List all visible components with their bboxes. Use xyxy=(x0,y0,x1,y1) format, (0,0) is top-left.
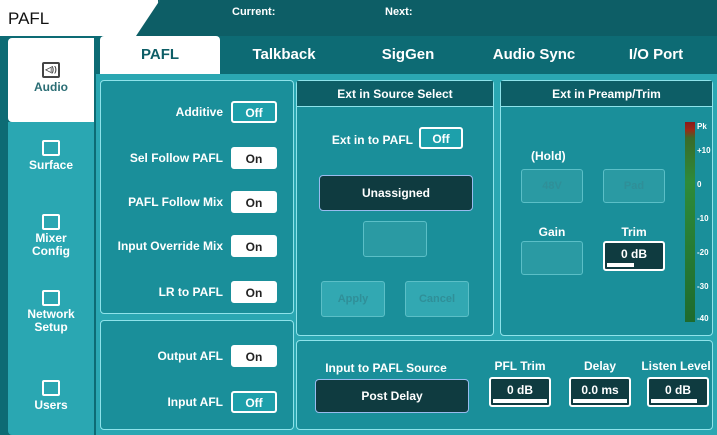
pfl-trim-value: 0 dB xyxy=(506,383,533,397)
input-override-mix-label: Input Override Mix xyxy=(117,239,223,253)
listen-level-label: Listen Level xyxy=(641,359,711,373)
source-placeholder xyxy=(363,221,427,257)
page-title-tab: PAFL xyxy=(0,0,160,36)
pfl-trim-level-bar xyxy=(493,399,547,403)
input-afl-toggle[interactable]: Off xyxy=(231,391,277,413)
lr-to-pafl-label: LR to PAFL xyxy=(158,285,223,299)
sidebar: ◁)) Audio Surface Mixer Config Network S… xyxy=(0,36,96,435)
pafl-source-panel: Input to PAFL Source Post Delay PFL Trim… xyxy=(296,340,713,430)
sidebar-item-label: Users xyxy=(34,398,68,412)
pafl-follow-mix-toggle[interactable]: On xyxy=(231,191,277,213)
additive-label: Additive xyxy=(175,105,223,119)
delay-value: 0.0 ms xyxy=(581,383,619,397)
ext-preamp-title: Ext in Preamp/Trim xyxy=(501,81,712,107)
input-to-pafl-source-button[interactable]: Post Delay xyxy=(315,379,469,413)
apply-button[interactable]: Apply xyxy=(321,281,385,317)
listen-level-value: 0 dB xyxy=(664,383,691,397)
pad-button[interactable]: Pad xyxy=(603,169,665,203)
sidebar-item-label: Surface xyxy=(28,158,74,172)
mixer-config-icon xyxy=(42,214,60,230)
sidebar-item-label: Audio xyxy=(34,80,68,94)
surface-icon xyxy=(42,140,60,156)
lr-to-pafl-toggle[interactable]: On xyxy=(231,281,277,303)
tab-siggen[interactable]: SigGen xyxy=(346,36,470,74)
output-afl-toggle[interactable]: On xyxy=(231,345,277,367)
source-select-button[interactable]: Unassigned xyxy=(319,175,473,211)
trim-level-bar xyxy=(607,263,634,267)
meter-label-minus20: -20 xyxy=(697,248,709,257)
additive-toggle[interactable]: Off xyxy=(231,101,277,123)
listen-level-control[interactable]: 0 dB xyxy=(647,377,709,407)
meter-label-plus10: +10 xyxy=(697,146,711,155)
sidebar-item-mixer-config[interactable]: Mixer Config xyxy=(8,214,94,258)
pafl-options-panel: Additive Off Sel Follow PAFL On PAFL Fol… xyxy=(100,80,294,314)
tab-io-port[interactable]: I/O Port xyxy=(598,36,714,74)
input-to-pafl-label: Input to PAFL Source xyxy=(325,361,447,375)
trim-value: 0 dB xyxy=(620,247,647,261)
sidebar-item-users[interactable]: Users xyxy=(8,380,94,412)
sel-follow-pafl-label: Sel Follow PAFL xyxy=(129,151,223,165)
phantom-48v-button[interactable]: 48V xyxy=(521,169,583,203)
sidebar-item-surface[interactable]: Surface xyxy=(8,140,94,172)
sidebar-item-network-setup[interactable]: Network Setup xyxy=(8,290,94,334)
meter-label-minus10: -10 xyxy=(697,214,709,223)
sidebar-item-label: Mixer Config xyxy=(32,231,70,258)
tab-bar: PAFL Talkback SigGen Audio Sync I/O Port xyxy=(96,36,717,74)
page-title: PAFL xyxy=(8,9,50,28)
speaker-icon: ◁)) xyxy=(42,62,60,78)
pfl-trim-control[interactable]: 0 dB xyxy=(489,377,551,407)
listen-level-bar xyxy=(651,399,697,403)
ext-preamp-panel: Ext in Preamp/Trim (Hold) 48V Pad Gain T… xyxy=(500,80,713,336)
input-override-mix-toggle[interactable]: On xyxy=(231,235,277,257)
meter-label-minus40: -40 xyxy=(697,314,709,323)
output-afl-label: Output AFL xyxy=(157,349,223,363)
level-meter xyxy=(685,122,695,322)
hold-label: (Hold) xyxy=(531,149,566,163)
current-scene-label: Current: xyxy=(232,6,276,18)
tab-talkback[interactable]: Talkback xyxy=(224,36,344,74)
trim-label: Trim xyxy=(621,225,647,239)
delay-level-bar xyxy=(573,399,627,403)
ext-source-panel: Ext in Source Select Ext in to PAFL Off … xyxy=(296,80,494,336)
delay-label: Delay xyxy=(583,359,617,373)
gain-control[interactable] xyxy=(521,241,583,275)
gain-label: Gain xyxy=(538,225,566,239)
pafl-follow-mix-label: PAFL Follow Mix xyxy=(128,195,223,209)
sel-follow-pafl-toggle[interactable]: On xyxy=(231,147,277,169)
cancel-button[interactable]: Cancel xyxy=(405,281,469,317)
ext-in-to-pafl-toggle[interactable]: Off xyxy=(419,127,463,149)
sidebar-item-label: Network Setup xyxy=(27,307,75,334)
main-content: Additive Off Sel Follow PAFL On PAFL Fol… xyxy=(96,74,717,435)
meter-label-0: 0 xyxy=(697,180,702,189)
network-icon xyxy=(42,290,60,306)
trim-control[interactable]: 0 dB xyxy=(603,241,665,271)
pfl-trim-label: PFL Trim xyxy=(494,359,546,373)
meter-label-minus30: -30 xyxy=(697,282,709,291)
ext-in-to-pafl-label: Ext in to PAFL xyxy=(331,133,413,147)
next-scene-label: Next: xyxy=(385,6,413,18)
tab-pafl[interactable]: PAFL xyxy=(100,36,220,74)
afl-options-panel: Output AFL On Input AFL Off xyxy=(100,320,294,430)
users-icon xyxy=(42,380,60,396)
ext-source-title: Ext in Source Select xyxy=(297,81,493,107)
top-header: PAFL Current: Next: xyxy=(0,0,717,36)
delay-control[interactable]: 0.0 ms xyxy=(569,377,631,407)
meter-label-pk: Pk xyxy=(697,122,707,131)
sidebar-item-audio[interactable]: ◁)) Audio xyxy=(8,38,94,122)
tab-audio-sync[interactable]: Audio Sync xyxy=(472,36,596,74)
input-afl-label: Input AFL xyxy=(167,395,223,409)
